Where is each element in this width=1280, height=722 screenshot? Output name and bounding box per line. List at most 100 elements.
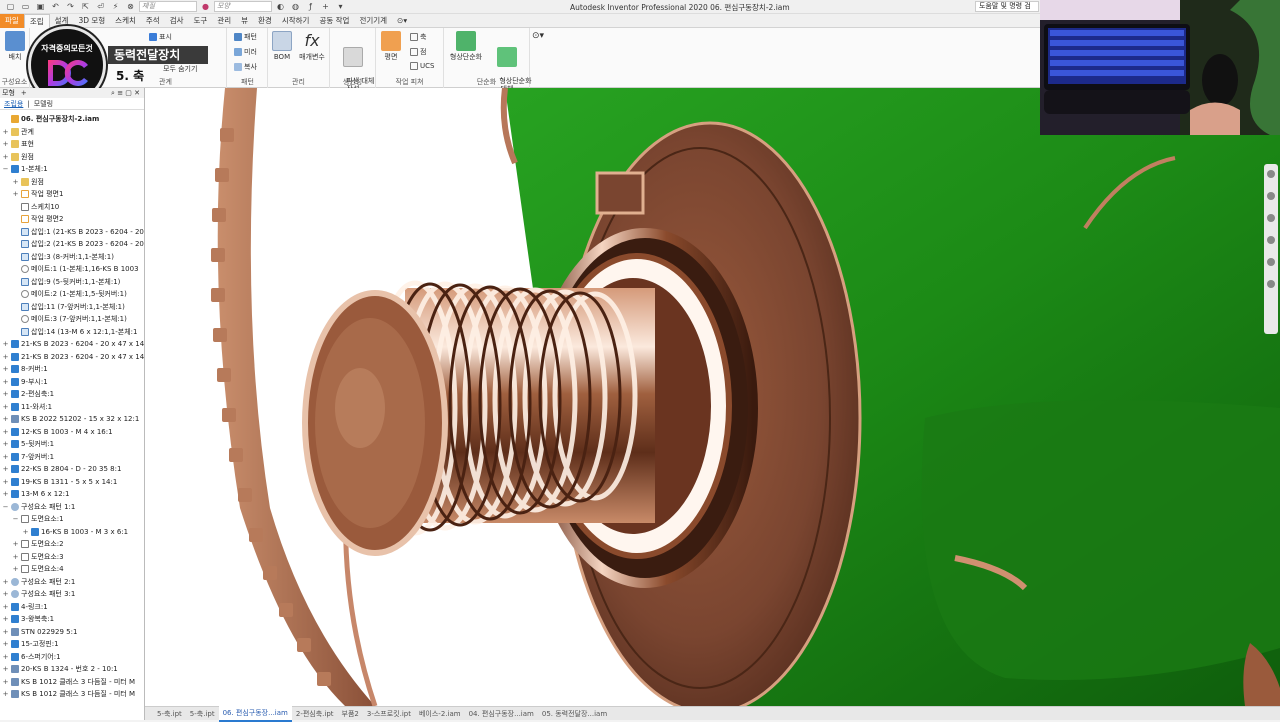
- expand-icon[interactable]: +: [22, 526, 29, 539]
- tree-node[interactable]: + 도면요소:3: [0, 551, 144, 564]
- save-icon[interactable]: ▣: [34, 1, 47, 12]
- tree-node[interactable]: +3-왕복축:1: [0, 613, 144, 626]
- appearance-adjust-icon[interactable]: ◐: [274, 1, 287, 12]
- tab-sketch[interactable]: 스케치: [110, 14, 141, 28]
- tab-electromechanical[interactable]: 전기기계: [354, 14, 392, 28]
- tree-node[interactable]: + KS B 2022 51202 - 15 x 32 x 12:1: [0, 413, 144, 426]
- tree-node[interactable]: − 1-본체:1: [0, 163, 144, 176]
- graphics-viewport[interactable]: [145, 88, 1280, 706]
- tree-node[interactable]: + 원점: [0, 176, 144, 189]
- document-tab[interactable]: 05. 동력전달장...iam: [538, 707, 611, 721]
- tree-node[interactable]: 메이트:3 (7-앞커버:1,1-본체:1): [0, 313, 144, 326]
- tab-modeling-view[interactable]: 모델링: [34, 98, 53, 109]
- tree-node[interactable]: +9-부시:1: [0, 376, 144, 389]
- pan-icon[interactable]: [1267, 192, 1275, 200]
- expand-icon[interactable]: +: [2, 151, 9, 164]
- fx-icon[interactable]: ƒ: [304, 1, 317, 12]
- axis-button[interactable]: 축: [410, 32, 426, 42]
- tab-3d-model[interactable]: 3D 모형: [73, 14, 110, 28]
- collapse-icon[interactable]: −: [2, 163, 9, 176]
- tree-node[interactable]: + 도면요소:4: [0, 563, 144, 576]
- expand-icon[interactable]: +: [2, 426, 9, 439]
- parameters-button[interactable]: fx 매개변수: [296, 31, 328, 61]
- tree-node[interactable]: + 원점: [0, 151, 144, 164]
- expand-icon[interactable]: +: [2, 351, 9, 364]
- clear-appearance-icon[interactable]: ◍: [289, 1, 302, 12]
- nav-options-icon[interactable]: [1267, 280, 1275, 288]
- tree-node[interactable]: +13-M 6 x 12:1: [0, 488, 144, 501]
- tree-node[interactable]: + KS B 1012 클래스 3 다듬질 - 미터 M: [0, 688, 144, 701]
- tab-assembly-view[interactable]: 조립용: [4, 98, 23, 109]
- document-tab[interactable]: 부품2: [338, 707, 363, 721]
- mirror-button[interactable]: 미러: [234, 47, 257, 57]
- tree-node[interactable]: +16-KS B 1003 - M 3 x 6:1: [0, 526, 144, 539]
- copy-button[interactable]: 복사: [234, 62, 257, 72]
- return-icon[interactable]: ⏎: [94, 1, 107, 12]
- tree-node[interactable]: +7-앞커버:1: [0, 451, 144, 464]
- steering-wheel-icon[interactable]: [1267, 170, 1275, 178]
- plane-button[interactable]: 평면: [380, 31, 402, 61]
- collapse-icon[interactable]: −: [2, 501, 9, 514]
- tree-node[interactable]: 메이트:2 (1-본체:1,5-뒷커버:1): [0, 288, 144, 301]
- expand-icon[interactable]: +: [2, 388, 9, 401]
- tab-collaborate[interactable]: 공동 작업: [314, 14, 354, 28]
- tab-get-started[interactable]: 시작하기: [277, 14, 315, 28]
- tree-node[interactable]: + STN 022929 5:1: [0, 626, 144, 639]
- select-icon[interactable]: ⇱: [79, 1, 92, 12]
- tree-node[interactable]: 삽입:1 (21-KS B 2023 - 6204 - 20: [0, 226, 144, 239]
- tree-node[interactable]: + 구성요소 패턴 3:1: [0, 588, 144, 601]
- expand-icon[interactable]: +: [2, 663, 9, 676]
- tree-node[interactable]: + 구성요소 패턴 2:1: [0, 576, 144, 589]
- orbit-icon[interactable]: [1267, 236, 1275, 244]
- expand-icon[interactable]: +: [12, 188, 19, 201]
- tree-node[interactable]: +15-고정핀:1: [0, 638, 144, 651]
- appearance-combo[interactable]: 모양: [214, 1, 272, 12]
- tree-node[interactable]: +12-KS B 1003 - M 4 x 16:1: [0, 426, 144, 439]
- tree-node[interactable]: + KS B 1012 클래스 3 다듬질 - 미터 M: [0, 676, 144, 689]
- tree-node[interactable]: +5-뒷커버:1: [0, 438, 144, 451]
- expand-icon[interactable]: +: [12, 563, 19, 576]
- zoom-icon[interactable]: [1267, 214, 1275, 222]
- tree-node[interactable]: 삽입:11 (7-앞커버:1,1-본체:1): [0, 301, 144, 314]
- tab-assemble[interactable]: 조립: [23, 13, 50, 28]
- tree-node[interactable]: +2-편심축:1: [0, 388, 144, 401]
- tree-node[interactable]: + 표현: [0, 138, 144, 151]
- tree-node[interactable]: + 도면요소:2: [0, 538, 144, 551]
- document-tab[interactable]: 5-축.ipt: [153, 707, 186, 721]
- expand-icon[interactable]: +: [2, 413, 9, 426]
- expand-icon[interactable]: +: [2, 588, 9, 601]
- tree-node[interactable]: 06. 편심구동장치-2.iam: [0, 113, 144, 126]
- tab-inspect[interactable]: 검사: [165, 14, 189, 28]
- document-tab[interactable]: 06. 편심구동장...iam: [218, 705, 292, 722]
- tree-node[interactable]: 작업 평면2: [0, 213, 144, 226]
- tree-node[interactable]: + 관계: [0, 126, 144, 139]
- new-file-icon[interactable]: ▢: [4, 1, 17, 12]
- tab-tools[interactable]: 도구: [189, 14, 213, 28]
- expand-icon[interactable]: +: [2, 488, 9, 501]
- show-button[interactable]: 표시: [149, 32, 172, 42]
- expand-icon[interactable]: +: [2, 638, 9, 651]
- expand-icon[interactable]: +: [12, 176, 19, 189]
- tab-annotate[interactable]: 주석: [141, 14, 165, 28]
- place-button[interactable]: 배치: [4, 31, 26, 61]
- expand-icon[interactable]: +: [2, 338, 9, 351]
- expand-icon[interactable]: +: [2, 463, 9, 476]
- document-tab[interactable]: 3-스프로킷.ipt: [363, 707, 415, 721]
- tab-view[interactable]: 뷰: [236, 14, 253, 28]
- look-at-icon[interactable]: [1267, 258, 1275, 266]
- tree-node[interactable]: +22-KS B 2804 - D - 20 35 8:1: [0, 463, 144, 476]
- expand-icon[interactable]: +: [2, 138, 9, 151]
- expand-icon[interactable]: +: [2, 626, 9, 639]
- tree-node[interactable]: + 작업 평면1: [0, 188, 144, 201]
- expand-icon[interactable]: +: [12, 551, 19, 564]
- tree-node[interactable]: +4-링크:1: [0, 601, 144, 614]
- expand-icon[interactable]: +: [2, 376, 9, 389]
- expand-icon[interactable]: +: [2, 613, 9, 626]
- tree-node[interactable]: +20-KS B 1324 - 번호 2 - 10:1: [0, 663, 144, 676]
- expand-icon[interactable]: +: [2, 676, 9, 689]
- stop-icon[interactable]: ⊗: [124, 1, 137, 12]
- tree-node[interactable]: +11-와셔:1: [0, 401, 144, 414]
- expand-icon[interactable]: +: [2, 651, 9, 664]
- update-icon[interactable]: ⚡: [109, 1, 122, 12]
- tree-node[interactable]: 삽입:9 (5-뒷커버:1,1-본체:1): [0, 276, 144, 289]
